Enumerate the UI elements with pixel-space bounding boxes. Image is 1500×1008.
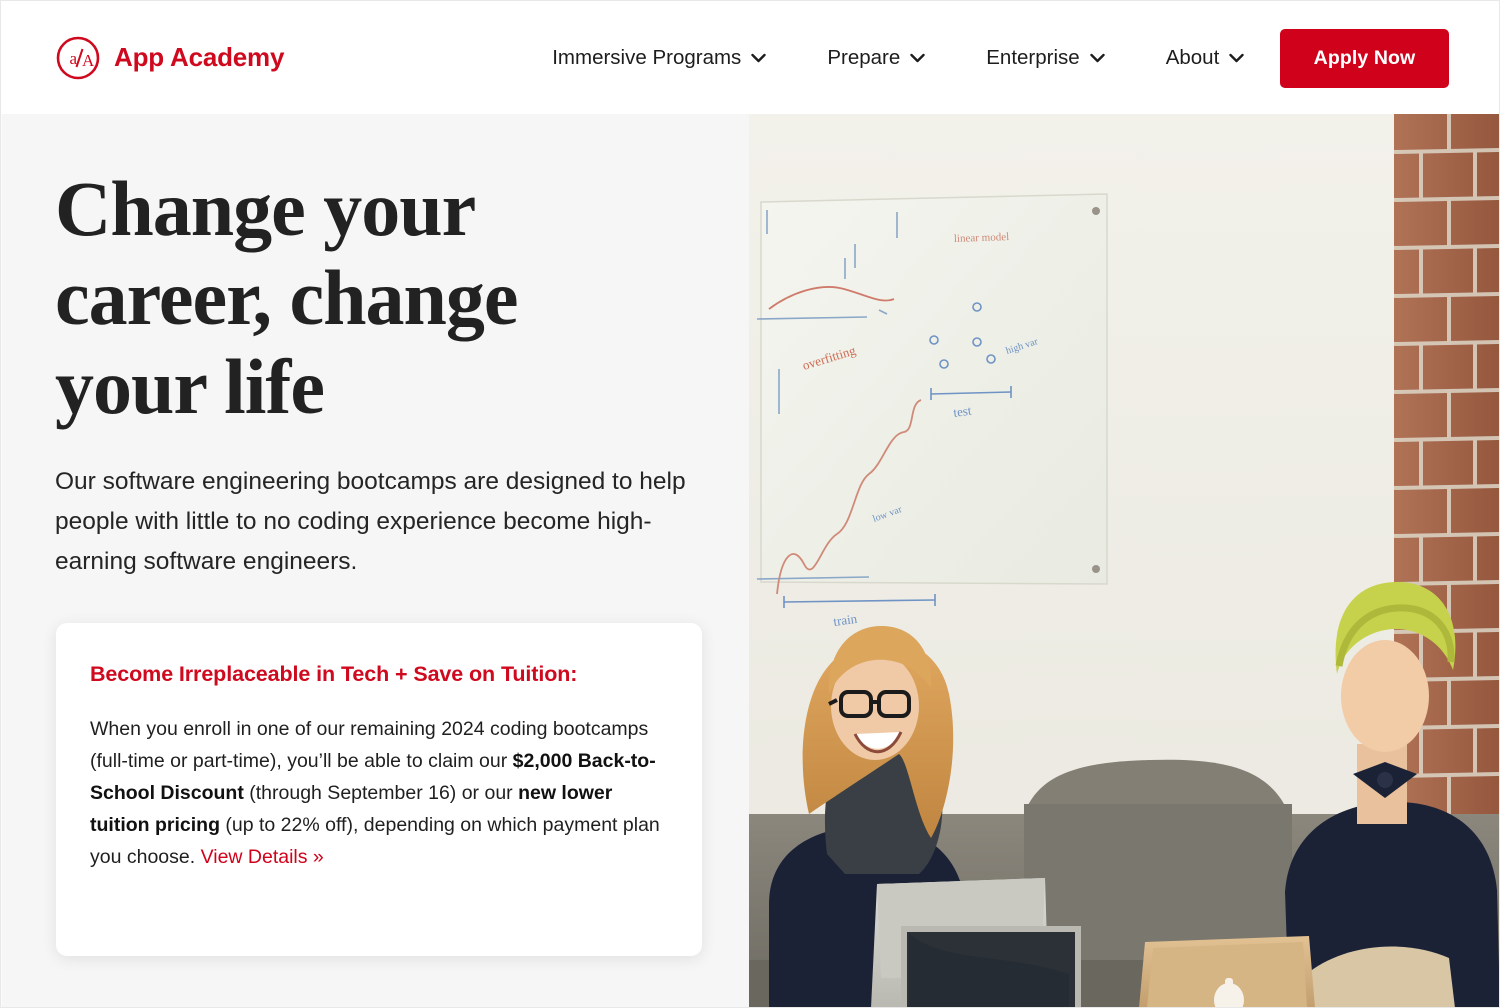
nav-item-prepare[interactable]: Prepare <box>827 46 925 70</box>
promo-text-2: (through September 16) or our <box>243 782 519 804</box>
promo-title: Become Irreplaceable in Tech + Save on T… <box>90 662 578 686</box>
view-details-link[interactable]: View Details » <box>201 846 324 868</box>
chevron-down-icon <box>1229 53 1244 62</box>
svg-text:A: A <box>82 51 95 70</box>
nav-label: Enterprise <box>986 45 1080 69</box>
apply-now-button[interactable]: Apply Now <box>1280 29 1449 88</box>
promo-card: Become Irreplaceable in Tech + Save on T… <box>56 623 702 956</box>
nav-item-about[interactable]: About <box>1166 46 1245 70</box>
promo-body: When you enroll in one of our remaining … <box>90 713 668 873</box>
brick-column <box>1393 114 1499 884</box>
hero-photo: linear model overfitting high var low va… <box>749 114 1499 1007</box>
site-header: a A App Academy Immersive Programs Prepa… <box>1 1 1499 114</box>
nav-label: Immersive Programs <box>552 45 742 69</box>
nav-label: Prepare <box>827 45 901 69</box>
students-coding-photo: linear model overfitting high var low va… <box>749 114 1499 1007</box>
brand-name: App Academy <box>114 42 285 72</box>
chevron-down-icon <box>751 53 767 62</box>
laptop-center-dark <box>901 926 1081 1007</box>
chevron-down-icon <box>910 53 925 62</box>
nav-item-immersive-programs[interactable]: Immersive Programs <box>552 45 767 70</box>
nav-item-enterprise[interactable]: Enterprise <box>986 45 1105 70</box>
whiteboard-note-linear-model: linear model <box>954 231 1010 245</box>
brand-logo[interactable]: a A App Academy <box>55 35 284 81</box>
hero-text-panel: Change your career, change your life Our… <box>2 114 749 1007</box>
nav-label: About <box>1165 45 1220 69</box>
chevron-down-icon <box>1089 53 1105 62</box>
main-navigation: Immersive Programs Prepare Enterprise Ab… <box>552 46 1244 70</box>
hero-subcopy: Our software engineering bootcamps are d… <box>55 468 686 575</box>
app-academy-homepage: a A App Academy Immersive Programs Prepa… <box>0 0 1500 1008</box>
page-title: Change your career, change your life <box>55 165 519 430</box>
whiteboard: linear model overfitting high var low va… <box>756 193 1108 629</box>
whiteboard-note-test: test <box>952 403 972 420</box>
app-academy-circle-logo: a A <box>56 36 100 79</box>
